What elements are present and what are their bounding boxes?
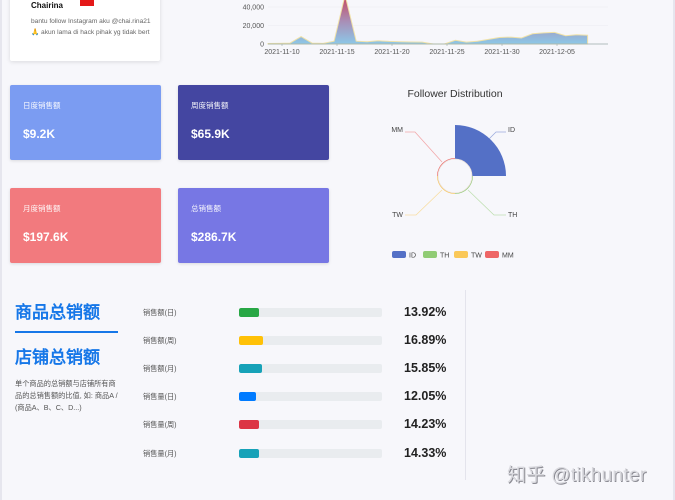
ratio-value: 14.23% bbox=[404, 417, 447, 431]
pie-label: ID bbox=[508, 127, 515, 134]
progress-fill bbox=[239, 420, 260, 429]
progress-bar bbox=[239, 449, 382, 458]
ratio-label: 销售额(月) bbox=[143, 364, 177, 373]
pie-label: TW bbox=[392, 212, 403, 219]
ratio-label: 销售量(周) bbox=[143, 420, 177, 429]
stat-label: 周度销售额 bbox=[191, 101, 229, 110]
x-tick-label: 2021-11-10 bbox=[264, 49, 299, 56]
legend-label[interactable]: ID bbox=[409, 253, 416, 260]
x-tick-label: 2021-11-30 bbox=[484, 49, 519, 56]
profile-bio: bantu follow Instagram aku @chai.rina21 … bbox=[31, 18, 151, 36]
ratio-label: 销售额(日) bbox=[143, 308, 177, 317]
pie-slice-th[interactable] bbox=[455, 176, 473, 194]
store-sales-title: 店铺总销额 bbox=[15, 348, 100, 367]
trend-area bbox=[267, 0, 589, 45]
progress-bar bbox=[239, 420, 382, 429]
ratio-value: 13.92% bbox=[404, 305, 447, 319]
watermark: 知乎 @tikhunter bbox=[507, 465, 647, 486]
y-tick-label: 0 bbox=[260, 42, 264, 49]
y-tick-label: 40,000 bbox=[243, 5, 265, 12]
stat-value: $197.6K bbox=[23, 230, 69, 244]
stat-value: $286.7K bbox=[191, 230, 237, 244]
ratio-row: 销售额(日) 13.92% bbox=[143, 305, 463, 319]
label-line bbox=[405, 131, 443, 163]
product-sales-title: 商品总销额 bbox=[15, 303, 100, 322]
y-tick-label: 20,000 bbox=[243, 23, 265, 30]
stat-label: 月度销售额 bbox=[23, 204, 61, 213]
flag-icon bbox=[80, 0, 94, 6]
legend-swatch-tw[interactable] bbox=[454, 251, 468, 258]
progress-bar bbox=[239, 364, 382, 373]
x-tick-label: 2021-11-15 bbox=[319, 49, 354, 56]
legend-swatch-mm[interactable] bbox=[485, 251, 499, 258]
legend-label[interactable]: TW bbox=[471, 253, 482, 260]
inner-ring bbox=[437, 158, 473, 194]
ratio-value: 12.05% bbox=[404, 389, 447, 403]
progress-fill bbox=[239, 392, 257, 401]
stat-card-daily-sales: 日度销售额 $9.2K bbox=[10, 85, 161, 160]
legend-swatch-id[interactable] bbox=[392, 251, 406, 258]
profile-card: Chairina bantu follow Instagram aku @cha… bbox=[10, 0, 160, 61]
progress-bar bbox=[239, 336, 382, 345]
stat-card-monthly-sales: 月度销售额 $197.6K bbox=[10, 188, 161, 263]
ratio-value: 15.85% bbox=[404, 361, 447, 375]
stat-label: 日度销售额 bbox=[23, 101, 61, 110]
label-line bbox=[405, 189, 443, 216]
progress-bar bbox=[239, 308, 382, 317]
ratio-row: 销售额(月) 15.85% bbox=[143, 361, 463, 375]
x-tick-label: 2021-11-25 bbox=[429, 49, 464, 56]
ratio-row: 销售量(月) 14.33% bbox=[143, 446, 463, 460]
stat-label: 总销售额 bbox=[191, 204, 221, 213]
section-divider bbox=[465, 290, 466, 480]
stat-card-total-sales: 总销售额 $286.7K bbox=[178, 188, 329, 263]
fraction-divider bbox=[15, 331, 118, 333]
follower-distribution-chart: Follower Distribution ID TH TW MM ID TH TW MM bbox=[370, 80, 570, 270]
pie-slice-mm[interactable] bbox=[437, 158, 455, 176]
x-tick-label: 2021-12-05 bbox=[539, 49, 575, 56]
ratio-row: 销售额(周) 16.89% bbox=[143, 333, 463, 347]
progress-fill bbox=[239, 336, 264, 345]
progress-fill bbox=[239, 308, 259, 317]
label-line bbox=[487, 131, 506, 141]
pie-label: MM bbox=[391, 127, 403, 134]
progress-fill bbox=[239, 364, 262, 373]
ratio-label: 销售额(周) bbox=[143, 336, 177, 345]
trend-area-chart: 0 20,000 40,000 2021-11-10 2021-11-15 2021-1… bbox=[240, 0, 620, 62]
x-tick-label: 2021-11-20 bbox=[374, 49, 409, 56]
stat-value: $65.9K bbox=[191, 127, 230, 141]
pie-slice-id[interactable] bbox=[455, 125, 506, 176]
ratio-row: 销售量(日) 12.05% bbox=[143, 389, 463, 403]
label-line bbox=[467, 189, 506, 216]
profile-name: Chairina bbox=[31, 1, 64, 10]
ratio-value: 16.89% bbox=[404, 333, 447, 347]
page-left-border bbox=[0, 0, 2, 500]
ratio-row: 销售量(周) 14.23% bbox=[143, 417, 463, 431]
progress-fill bbox=[239, 449, 260, 458]
pie-slice-tw[interactable] bbox=[437, 176, 455, 194]
stat-card-weekly-sales: 周度销售额 $65.9K bbox=[178, 85, 329, 160]
progress-bar bbox=[239, 392, 382, 401]
legend-label[interactable]: MM bbox=[502, 253, 514, 260]
ratio-label: 销售量(日) bbox=[143, 392, 177, 401]
chart-title: Follower Distribution bbox=[407, 88, 502, 100]
legend-swatch-th[interactable] bbox=[423, 251, 437, 258]
stat-value: $9.2K bbox=[23, 127, 56, 141]
pie-label: TH bbox=[508, 212, 517, 219]
legend-label[interactable]: TH bbox=[440, 253, 449, 260]
ratio-description: 单个商品的总销额与店铺所有商品的总销售额的比值, 如: 商品A / (商品A、B… bbox=[15, 379, 118, 412]
ratio-value: 14.33% bbox=[404, 446, 447, 460]
ratio-label: 销售量(月) bbox=[143, 449, 177, 458]
